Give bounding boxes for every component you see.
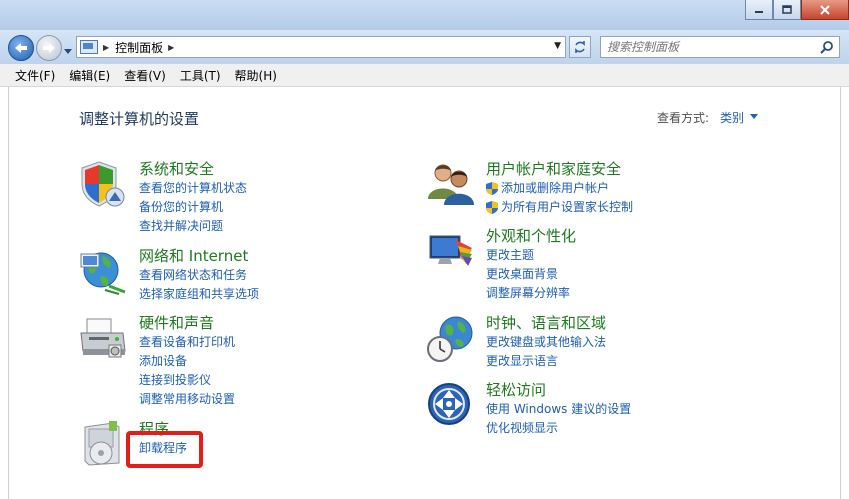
maximize-button[interactable] — [773, 0, 801, 20]
link-display-language[interactable]: 更改显示语言 — [486, 352, 606, 371]
breadcrumb-arrow-icon[interactable]: ▶ — [103, 43, 109, 52]
link-find-fix-problems[interactable]: 查找并解决问题 — [139, 217, 247, 236]
category-heading[interactable]: 外观和个性化 — [486, 225, 576, 246]
title-bar — [0, 0, 849, 30]
page-title: 调整计算机的设置 — [79, 110, 200, 128]
forward-button[interactable] — [36, 35, 62, 61]
maximize-icon — [782, 4, 792, 14]
link-parental-controls[interactable]: 为所有用户设置家长控制 — [486, 198, 633, 217]
menu-help[interactable]: 帮助(H) — [228, 67, 284, 84]
refresh-icon — [575, 41, 585, 53]
menu-bar: 文件(F) 编辑(E) 查看(V) 工具(T) 帮助(H) — [0, 64, 849, 87]
minimize-button[interactable] — [745, 0, 773, 20]
network-globe-icon — [80, 252, 126, 295]
control-panel-content: 调整计算机的设置 查看方式: 类别 系统和安全 查看您的计算机状态 备份您的计算… — [8, 87, 841, 499]
window-controls — [745, 0, 849, 20]
link-screen-resolution[interactable]: 调整屏幕分辨率 — [486, 284, 570, 303]
link-label: 添加或删除用户帐户 — [501, 181, 610, 195]
link-network-status[interactable]: 查看网络状态和任务 — [139, 266, 259, 285]
view-by-chevron-icon[interactable] — [750, 114, 758, 119]
address-toolbar: ▶ 控制面板 ▶ ▼ — [0, 30, 849, 64]
close-icon — [820, 4, 830, 15]
menu-file[interactable]: 文件(F) — [8, 67, 62, 84]
shield-icon — [81, 161, 125, 207]
menu-view[interactable]: 查看(V) — [117, 67, 173, 84]
link-add-remove-accounts[interactable]: 添加或删除用户帐户 — [486, 179, 633, 198]
category-heading[interactable]: 系统和安全 — [139, 158, 214, 179]
minimize-icon — [755, 10, 763, 13]
menu-edit[interactable]: 编辑(E) — [62, 67, 117, 84]
printer-icon — [80, 318, 126, 358]
link-optimize-video[interactable]: 优化视频显示 — [486, 419, 631, 438]
menu-tools[interactable]: 工具(T) — [173, 67, 228, 84]
view-by-label: 查看方式: — [657, 111, 710, 125]
clock-globe-icon — [427, 316, 473, 362]
display-palette-icon — [429, 235, 472, 266]
users-icon — [428, 164, 474, 205]
link-connect-projector[interactable]: 连接到投影仪 — [139, 371, 235, 390]
close-button[interactable] — [801, 0, 849, 20]
search-icon[interactable] — [820, 40, 834, 54]
control-panel-icon — [80, 40, 98, 54]
uac-shield-icon — [486, 201, 498, 214]
link-windows-suggested-settings[interactable]: 使用 Windows 建议的设置 — [486, 400, 631, 419]
breadcrumb-control-panel[interactable]: 控制面板 — [115, 39, 163, 56]
link-homegroup-sharing[interactable]: 选择家庭组和共享选项 — [139, 285, 259, 304]
category-heading[interactable]: 硬件和声音 — [139, 312, 214, 333]
chevron-down-icon — [64, 49, 72, 54]
search-box[interactable] — [600, 36, 840, 58]
programs-icon — [84, 421, 120, 466]
address-dropdown-icon[interactable]: ▼ — [554, 41, 561, 51]
breadcrumb-arrow-icon[interactable]: ▶ — [168, 43, 174, 52]
category-heading[interactable]: 轻松访问 — [486, 379, 546, 400]
category-heading[interactable]: 用户帐户和家庭安全 — [486, 158, 621, 179]
address-bar[interactable]: ▶ 控制面板 ▶ ▼ — [76, 36, 566, 58]
ease-of-access-icon — [428, 383, 470, 425]
category-heading[interactable]: 网络和 Internet — [139, 245, 248, 266]
view-by-dropdown[interactable]: 类别 — [720, 109, 744, 126]
uac-shield-icon — [486, 182, 498, 195]
recent-pages-button[interactable] — [64, 44, 72, 58]
link-change-theme[interactable]: 更改主题 — [486, 246, 570, 265]
link-keyboard-input[interactable]: 更改键盘或其他输入法 — [486, 333, 606, 352]
link-backup-computer[interactable]: 备份您的计算机 — [139, 198, 247, 217]
link-add-device[interactable]: 添加设备 — [139, 352, 235, 371]
link-desktop-background[interactable]: 更改桌面背景 — [486, 265, 570, 284]
link-mobility-settings[interactable]: 调整常用移动设置 — [139, 390, 235, 409]
link-devices-printers[interactable]: 查看设备和打印机 — [139, 333, 235, 352]
search-input[interactable] — [607, 37, 812, 57]
back-button[interactable] — [8, 35, 34, 61]
back-arrow-icon — [15, 43, 27, 53]
category-heading[interactable]: 时钟、语言和区域 — [486, 312, 606, 333]
link-view-computer-status[interactable]: 查看您的计算机状态 — [139, 179, 247, 198]
refresh-button[interactable] — [569, 36, 591, 58]
highlight-box — [126, 431, 203, 468]
link-label: 为所有用户设置家长控制 — [501, 200, 634, 214]
forward-arrow-icon — [43, 43, 55, 53]
